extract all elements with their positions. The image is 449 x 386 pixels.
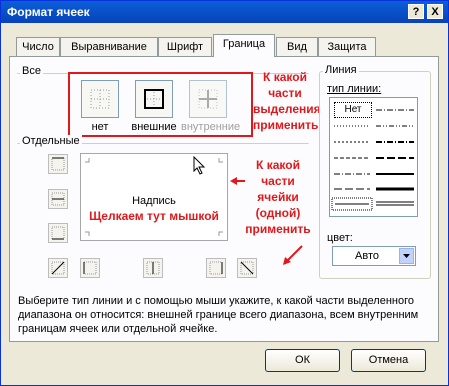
line-style-samples[interactable]	[330, 98, 417, 216]
line-color-select[interactable]: Авто	[332, 246, 416, 266]
border-top-button[interactable]	[48, 154, 68, 174]
tab-fill[interactable]: Вид	[276, 37, 318, 56]
border-bottom-button[interactable]	[48, 223, 68, 243]
window-title: Формат ячеек	[7, 5, 90, 19]
cancel-button[interactable]: Отмена	[351, 349, 426, 372]
border-inner-horizontal-icon	[51, 192, 65, 206]
border-diagonal-down-icon	[240, 261, 254, 275]
border-right-button[interactable]	[206, 258, 226, 278]
chevron-down-icon[interactable]	[399, 248, 414, 264]
border-middle-horizontal-button[interactable]	[48, 189, 68, 209]
line-color-value: Авто	[355, 250, 379, 262]
line-color-label: цвет:	[327, 232, 353, 244]
border-top-icon	[51, 157, 65, 171]
border-preview[interactable]: Надпись Щелкаем тут мышкой	[80, 153, 228, 241]
line-style-label: тип линии:	[327, 83, 382, 95]
line-group-label: Линия	[323, 64, 359, 76]
border-diagonal-up-icon	[51, 261, 65, 275]
border-left-button[interactable]	[80, 258, 100, 278]
format-cells-dialog: Формат ячеек ? X Число Выравнивание Шриф…	[0, 0, 449, 386]
preview-sample-text: Надпись	[132, 195, 176, 207]
help-button[interactable]: ?	[408, 4, 424, 19]
annotation-click: Щелкаем тут мышкой	[89, 209, 219, 223]
tab-border[interactable]: Граница	[213, 34, 275, 57]
mouse-cursor-icon	[193, 156, 206, 175]
tab-alignment[interactable]: Выравнивание	[60, 37, 158, 56]
close-button[interactable]: X	[427, 4, 443, 19]
tab-font[interactable]: Шрифт	[158, 37, 212, 56]
ok-button[interactable]: ОК	[265, 349, 340, 372]
border-diagonal-down-button[interactable]	[237, 258, 257, 278]
presets-group-label: Все	[20, 65, 43, 77]
border-inner-vertical-icon	[146, 261, 160, 275]
preset-highlight-box	[68, 72, 253, 137]
border-right-icon	[209, 261, 223, 275]
annotation-top: К какой части выделения применить	[253, 70, 321, 132]
title-bar: Формат ячеек ? X	[1, 1, 448, 23]
individual-group-label: Отдельные	[20, 135, 82, 147]
tab-protection[interactable]: Защита	[318, 37, 376, 56]
border-left-icon	[83, 261, 97, 275]
border-diagonal-up-button[interactable]	[48, 258, 68, 278]
border-middle-vertical-button[interactable]	[143, 258, 163, 278]
line-style-list[interactable]: Нет	[329, 97, 418, 217]
border-bottom-icon	[51, 226, 65, 240]
tab-number[interactable]: Число	[16, 37, 60, 56]
hint-text: Выберите тип линии и с помощью мыши укаж…	[18, 295, 419, 335]
